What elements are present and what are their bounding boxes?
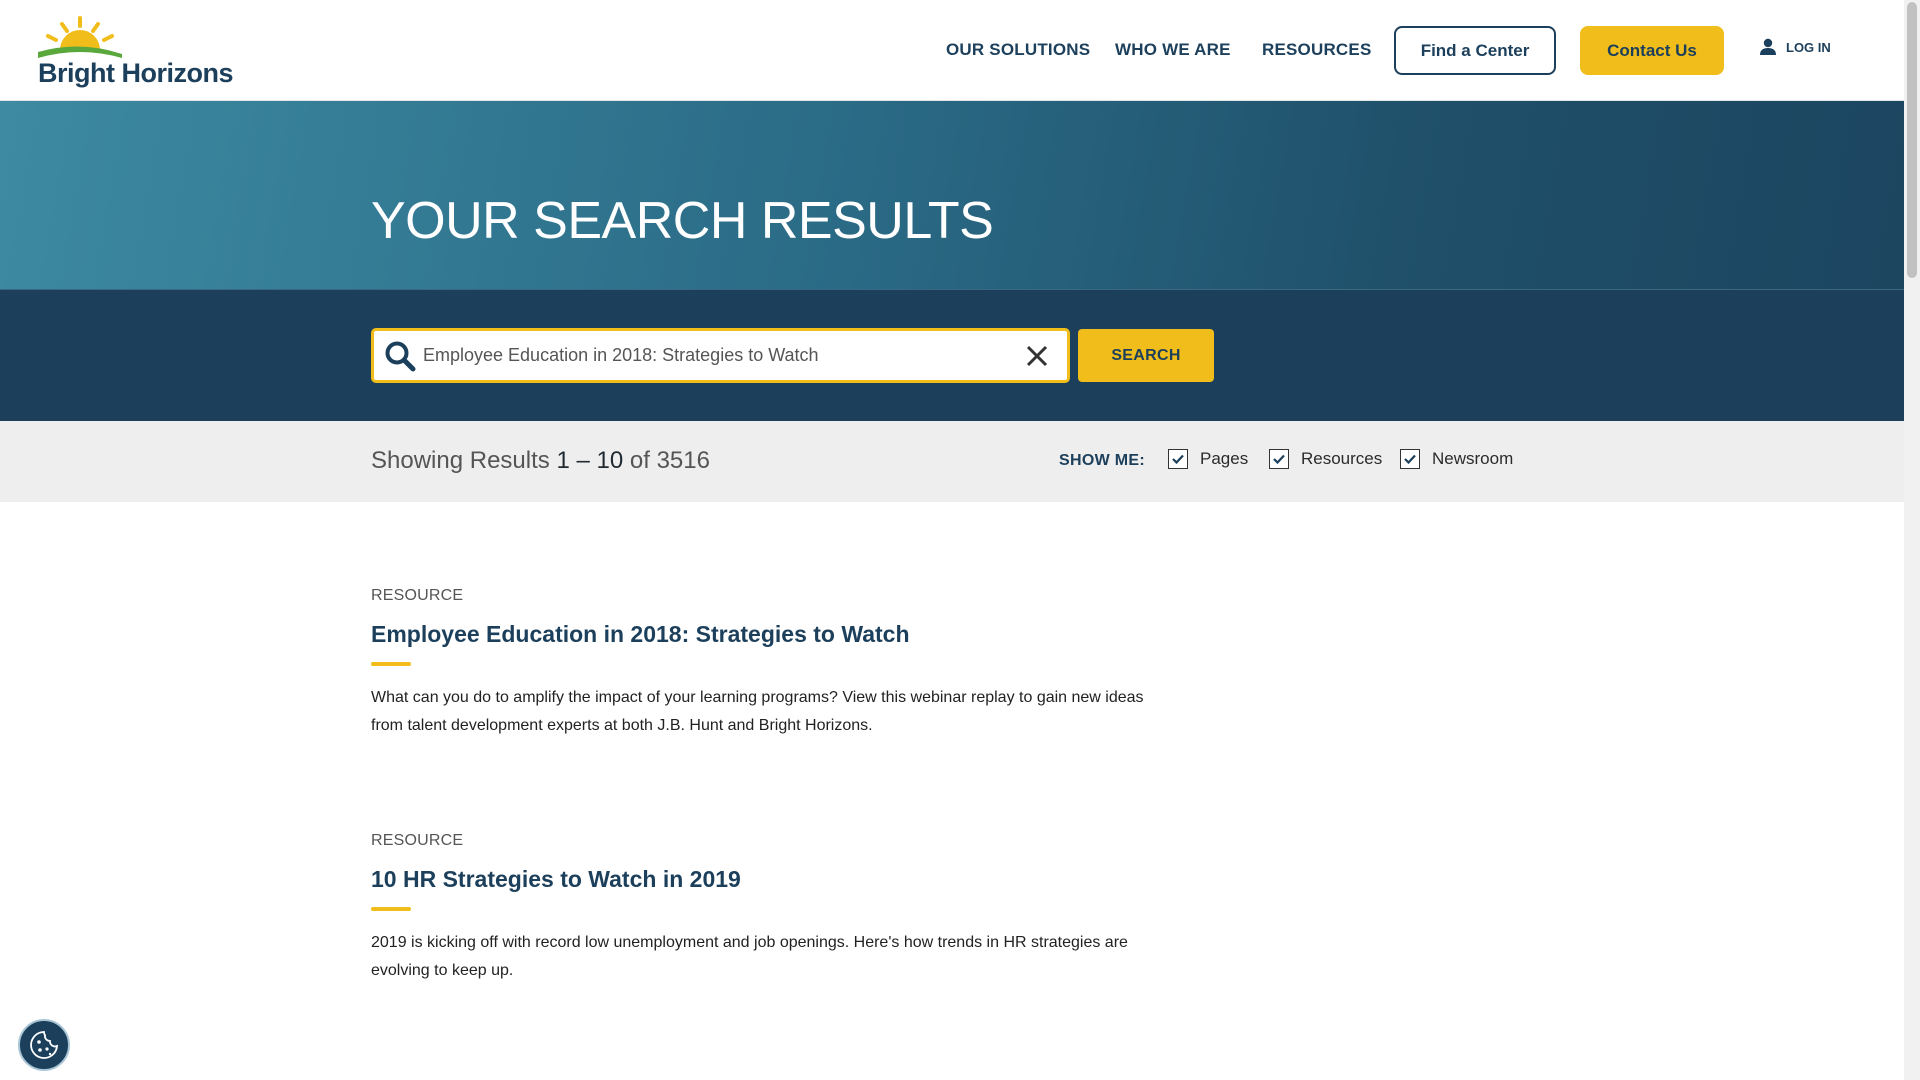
- search-result: RESOURCE 10 HR Strategies to Watch in 20…: [371, 832, 1171, 985]
- sun-logo-icon: [38, 16, 122, 58]
- results-count: Showing Results 1 – 10 of 3516: [371, 447, 710, 475]
- result-accent-line: [371, 907, 411, 911]
- scrollbar-thumb[interactable]: [1907, 2, 1917, 278]
- contact-us-button[interactable]: Contact Us: [1580, 26, 1724, 75]
- newsroom-checkbox[interactable]: [1400, 449, 1420, 469]
- filter-resources[interactable]: Resources: [1269, 449, 1382, 469]
- filter-pages-label: Pages: [1200, 449, 1249, 468]
- page-title: YOUR SEARCH RESULTS: [371, 192, 994, 250]
- results-dash: –: [576, 447, 590, 474]
- check-icon: [1404, 454, 1416, 464]
- result-type: RESOURCE: [371, 832, 464, 849]
- search-button[interactable]: SEARCH: [1078, 329, 1214, 382]
- check-icon: [1273, 454, 1285, 464]
- hero-banner: YOUR SEARCH RESULTS: [0, 101, 1904, 289]
- login-label: LOG IN: [1786, 39, 1831, 55]
- site-header: Bright Horizons OUR SOLUTIONS WHO WE ARE…: [0, 0, 1904, 101]
- result-title-link[interactable]: Employee Education in 2018: Strategies t…: [371, 621, 1171, 648]
- close-icon[interactable]: [1026, 345, 1048, 367]
- resources-checkbox[interactable]: [1269, 449, 1289, 469]
- results-end: 10: [596, 447, 624, 474]
- filter-resources-label: Resources: [1301, 449, 1383, 468]
- results-of: of: [629, 447, 650, 474]
- result-type: RESOURCE: [371, 587, 464, 604]
- filter-bar: Showing Results 1 – 10 of 3516 SHOW ME: …: [0, 421, 1904, 502]
- search-icon: [385, 341, 416, 372]
- filter-newsroom[interactable]: Newsroom: [1400, 449, 1513, 469]
- search-box: [371, 328, 1070, 383]
- search-band: SEARCH: [0, 289, 1904, 421]
- logo-wordmark: Bright Horizons: [38, 58, 234, 88]
- results-prefix: Showing Results: [371, 447, 550, 474]
- search-input[interactable]: [423, 331, 1003, 380]
- nav-our-solutions[interactable]: OUR SOLUTIONS: [946, 40, 1090, 60]
- user-icon: [1760, 38, 1776, 55]
- result-description: What can you do to amplify the impact of…: [371, 689, 1144, 734]
- show-me-label: SHOW ME:: [1059, 452, 1145, 469]
- find-center-button[interactable]: Find a Center: [1394, 26, 1556, 75]
- nav-who-we-are[interactable]: WHO WE ARE: [1115, 40, 1231, 60]
- cookie-icon: [30, 1031, 59, 1059]
- nav-resources[interactable]: RESOURCES: [1262, 40, 1372, 60]
- filter-pages[interactable]: Pages: [1168, 449, 1248, 469]
- page-scrollbar[interactable]: [1904, 0, 1920, 1080]
- pages-checkbox[interactable]: [1168, 449, 1188, 469]
- filter-newsroom-label: Newsroom: [1432, 449, 1514, 468]
- login-link[interactable]: LOG IN: [1760, 38, 1831, 56]
- results-start: 1: [556, 447, 570, 474]
- result-title-link[interactable]: 10 HR Strategies to Watch in 2019: [371, 866, 1171, 893]
- check-icon: [1172, 454, 1184, 464]
- result-accent-line: [371, 662, 411, 666]
- search-result: RESOURCE Employee Education in 2018: Str…: [371, 587, 1171, 740]
- logo[interactable]: Bright Horizons: [38, 14, 238, 88]
- result-description: 2019 is kicking off with record low unem…: [371, 934, 1128, 979]
- results-total: 3516: [656, 447, 710, 474]
- cookie-settings-button[interactable]: [18, 1019, 70, 1071]
